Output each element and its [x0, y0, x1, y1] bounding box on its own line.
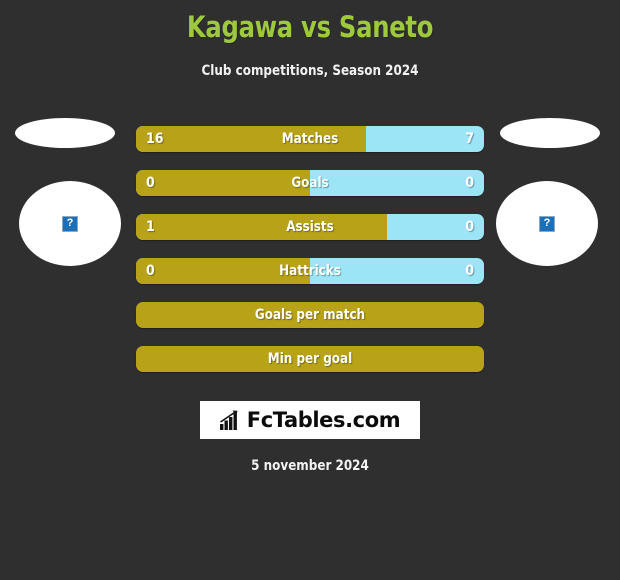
- stat-comparison-page: Kagawa vs Saneto Club competitions, Seas…: [0, 0, 620, 580]
- stat-bar-away-value: 7: [465, 131, 474, 147]
- stat-bar-label: Matches: [281, 131, 339, 147]
- bar-chart-icon: [219, 410, 238, 430]
- stat-bar-label: Goals: [291, 175, 329, 191]
- stat-bar-label: Min per goal: [267, 351, 353, 367]
- stat-bar-row: Goals per match: [136, 302, 484, 328]
- stat-bar-home-value: 16: [146, 131, 164, 147]
- away-player-avatar: ?: [496, 181, 598, 266]
- fctables-logo-text: FcTables.com: [246, 407, 401, 432]
- fctables-logo: FcTables.com: [200, 401, 420, 439]
- away-player-photo-top-shape: [500, 118, 600, 148]
- stat-bar-label: Goals per match: [254, 307, 366, 323]
- broken-image-icon: ?: [539, 215, 555, 232]
- stat-bar-home-value: 0: [146, 175, 155, 191]
- stat-bar-row: Matches 16 7: [136, 126, 484, 152]
- stat-bar-row: Hattricks 0 0: [136, 258, 484, 284]
- home-player-photo: ?: [15, 118, 125, 268]
- stat-bar-home-value: 1: [146, 219, 155, 235]
- stat-bar-away-value: 0: [465, 175, 474, 191]
- away-player-photo: ?: [492, 118, 602, 268]
- stat-bar-row: Min per goal: [136, 346, 484, 372]
- stat-bar-away-value: 0: [465, 219, 474, 235]
- stat-bars-list: Matches 16 7 Goals 0 0 Assists 1 0 Hattricks 0 0 Goa…: [136, 126, 484, 390]
- report-date: 5 november 2024: [251, 458, 369, 474]
- home-player-photo-top-shape: [15, 118, 115, 148]
- broken-image-icon: ?: [62, 215, 78, 232]
- stat-bar-label: Hattricks: [279, 263, 341, 279]
- stat-bar-label: Assists: [286, 219, 334, 235]
- stat-bar-home-value: 0: [146, 263, 155, 279]
- page-title: Kagawa vs Saneto: [186, 10, 434, 44]
- page-subtitle: Club competitions, Season 2024: [201, 63, 419, 79]
- stat-bar-row: Goals 0 0: [136, 170, 484, 196]
- stat-bar-row: Assists 1 0: [136, 214, 484, 240]
- home-player-avatar: ?: [19, 181, 121, 266]
- stat-bar-away-value: 0: [465, 263, 474, 279]
